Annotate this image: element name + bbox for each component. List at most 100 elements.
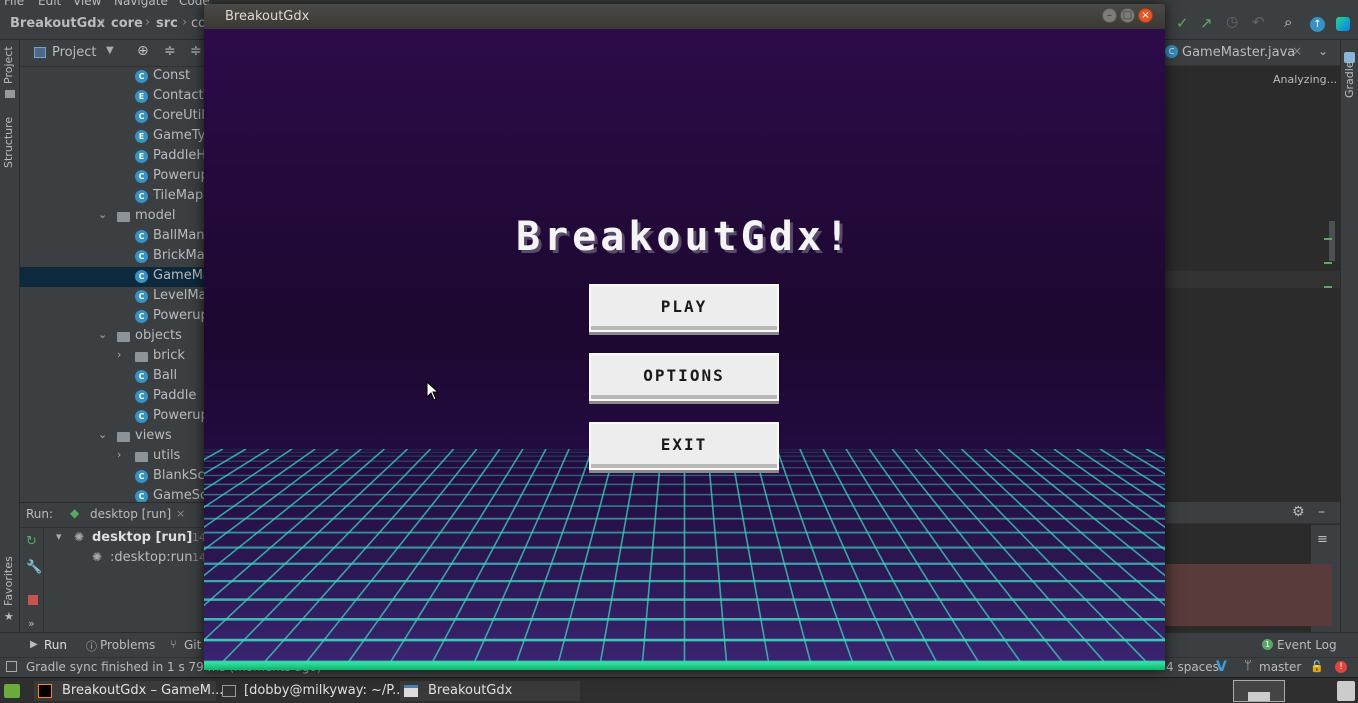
window-titlebar[interactable]: BreakoutGdx – □ × <box>204 4 1165 29</box>
tree-item-class[interactable]: E PaddleH <box>20 147 205 167</box>
maximize-window-icon[interactable]: □ <box>1120 8 1135 23</box>
tree-item-folder[interactable]: ⌄ views <box>20 427 205 447</box>
stripe-gradle[interactable]: Gradle <box>1343 61 1356 98</box>
tree-item-class[interactable]: C Ball <box>20 367 205 387</box>
chevron-down-icon[interactable]: ⌄ <box>98 328 107 341</box>
search-icon[interactable]: ⌕ <box>1284 13 1292 31</box>
stop-icon[interactable] <box>28 595 38 605</box>
tree-item-folder[interactable]: › utils <box>20 447 205 467</box>
trash-icon[interactable] <box>1337 681 1355 701</box>
tree-item-class[interactable]: C GameScr <box>20 487 205 502</box>
taskbar-item-terminal[interactable]: [dobby@milkyway: ~/P... <box>218 681 404 701</box>
tree-item-class[interactable]: C LevelMa <box>20 287 205 307</box>
tool-event-log[interactable]: Event Log <box>1277 638 1337 652</box>
tool-git[interactable]: Git <box>184 638 201 652</box>
update-icon[interactable]: ↑ <box>1310 17 1325 32</box>
chevron-right-icon[interactable]: › <box>117 348 121 361</box>
close-tab-icon[interactable]: × <box>1292 44 1302 58</box>
breadcrumb-core[interactable]: core <box>111 16 143 31</box>
error-icon[interactable]: ! <box>1335 661 1347 673</box>
tree-item-class[interactable]: C BallMana <box>20 227 205 247</box>
tree-item-class[interactable]: C Powerup <box>20 307 205 327</box>
console-output[interactable] <box>1164 564 1332 626</box>
project-panel-title[interactable]: Project <box>52 45 96 60</box>
tree-item-class[interactable]: C BrickMan <box>20 247 205 267</box>
wrap-icon[interactable]: ≡ <box>1317 532 1328 547</box>
lock-icon[interactable]: 🔓 <box>1310 660 1324 673</box>
wrench-icon[interactable]: 🔧 <box>26 560 42 575</box>
event-log-icon: 1 <box>1262 639 1273 650</box>
exit-button[interactable]: EXIT <box>589 422 779 470</box>
tool-problems[interactable]: Problems <box>100 638 155 652</box>
tree-item-class[interactable]: C GameMa <box>20 267 205 287</box>
rerun-icon[interactable]: ↻ <box>26 534 37 549</box>
run-tab[interactable]: desktop [run] <box>90 507 171 521</box>
show-desktop-icon[interactable] <box>4 684 20 698</box>
tree-item-class[interactable]: C BlankScr <box>20 467 205 487</box>
expand-icon[interactable]: ≑ <box>190 43 202 59</box>
taskbar-item-ide-label: BreakoutGdx – GameM... <box>62 683 224 698</box>
arrow-up-right-icon[interactable]: ↗ <box>1200 14 1213 32</box>
collapse-icon[interactable]: ≑ <box>164 43 176 59</box>
v-icon[interactable]: V <box>1216 659 1227 675</box>
tab-list-icon[interactable]: ⌄ <box>1318 44 1328 58</box>
folder-icon <box>135 352 148 362</box>
locate-icon[interactable]: ⊕ <box>137 43 149 59</box>
status-branch[interactable]: master <box>1259 660 1301 674</box>
tool-run[interactable]: Run <box>44 638 67 652</box>
stripe-project[interactable]: Project <box>2 46 15 84</box>
mouse-cursor-icon <box>426 381 440 401</box>
stripe-favorites[interactable]: Favorites <box>2 556 15 606</box>
more-icon[interactable]: » <box>28 617 35 630</box>
git-icon: ⑂ <box>170 638 177 651</box>
tree-item-class[interactable]: C Powerup <box>20 167 205 187</box>
tree-item-folder[interactable]: ⌄ objects <box>20 327 205 347</box>
tree-item-folder[interactable]: › brick <box>20 347 205 367</box>
chevron-right-icon[interactable]: › <box>117 448 121 461</box>
minimize-icon[interactable]: – <box>1318 504 1325 520</box>
editor-tab-gamemaster[interactable]: GameMaster.java <box>1182 45 1295 60</box>
tree-item-folder[interactable]: ⌄ model <box>20 207 205 227</box>
dropdown-icon[interactable]: ▼ <box>106 45 114 56</box>
code-editor[interactable]: Analyzing... <box>1164 66 1340 502</box>
tree-item-class[interactable]: E GameTyp <box>20 127 205 147</box>
options-button[interactable]: OPTIONS <box>589 353 779 401</box>
menu-navigate[interactable]: Navigate <box>114 0 168 8</box>
chevron-down-icon[interactable]: ⌄ <box>98 428 107 441</box>
tree-item-class[interactable]: C Const <box>20 67 205 87</box>
workspace-switcher[interactable] <box>1233 680 1285 702</box>
menu-view[interactable]: View <box>73 0 101 8</box>
tree-item-label: views <box>135 428 172 443</box>
menu-file[interactable]: File <box>4 0 24 8</box>
tree-item-label: Powerup <box>153 308 205 323</box>
gear-icon[interactable]: ⚙ <box>1292 504 1305 520</box>
stripe-structure[interactable]: Structure <box>2 117 15 168</box>
tree-item-class[interactable]: E ContactT <box>20 87 205 107</box>
run-tree-task[interactable]: :desktop:run <box>110 550 192 565</box>
check-icon[interactable]: ✓ <box>1176 14 1189 32</box>
breadcrumb-project[interactable]: BreakoutGdx <box>10 16 105 31</box>
game-canvas[interactable]: BreakoutGdx! PLAY OPTIONS EXIT <box>204 29 1165 670</box>
chevron-down-icon[interactable]: ⌄ <box>98 208 107 221</box>
taskbar-item-game[interactable]: BreakoutGdx <box>400 681 580 701</box>
tool-window-toggle-icon[interactable] <box>6 661 17 672</box>
run-tree-root[interactable]: desktop [run]: I <box>92 530 192 545</box>
class-icon: C <box>135 490 148 502</box>
minimize-window-icon[interactable]: – <box>1102 8 1117 23</box>
taskbar-item-ide[interactable]: BreakoutGdx – GameM... <box>34 681 223 701</box>
rollback-icon[interactable]: ↶ <box>1252 13 1265 31</box>
expand-chevron-icon[interactable]: ▾ <box>56 530 62 543</box>
history-icon[interactable]: ◷ <box>1226 14 1238 30</box>
close-tab-icon[interactable]: × <box>176 507 185 520</box>
scrollbar[interactable] <box>1329 221 1335 261</box>
close-window-icon[interactable]: × <box>1138 8 1153 23</box>
menu-edit[interactable]: Edit <box>38 0 61 8</box>
tree-item-class[interactable]: C Powerup <box>20 407 205 427</box>
tree-item-class[interactable]: C TileMapH <box>20 187 205 207</box>
tree-item-class[interactable]: C CoreUtil <box>20 107 205 127</box>
play-button[interactable]: PLAY <box>589 284 779 332</box>
status-indent[interactable]: 4 spaces <box>1166 660 1219 674</box>
toolbox-icon[interactable] <box>1336 17 1350 31</box>
breadcrumb-src[interactable]: src <box>156 16 178 31</box>
tree-item-class[interactable]: C Paddle <box>20 387 205 407</box>
